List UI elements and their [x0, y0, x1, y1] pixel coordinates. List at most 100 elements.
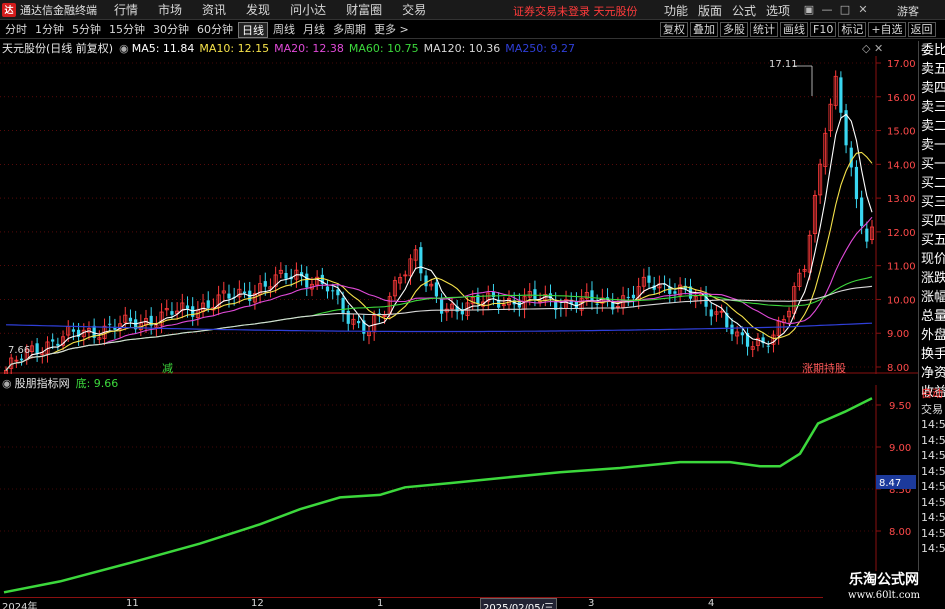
candle-body-down	[128, 317, 133, 322]
side-item-3: 卖三	[921, 100, 945, 115]
tab-fenshi[interactable]: 分时	[2, 22, 30, 38]
tab-60min[interactable]: 60分钟	[194, 22, 236, 38]
menu-gongshi[interactable]: 公式	[732, 2, 756, 19]
tab-more[interactable]: 更多 >	[371, 22, 412, 38]
watermark-url: www.60lt.com	[848, 590, 920, 601]
side-item-15: 外盘	[921, 328, 945, 343]
candle-body-down	[730, 324, 734, 335]
candle-body-down	[284, 272, 288, 279]
candle-body-down	[865, 228, 869, 242]
side-lower-3: 14:56	[921, 433, 945, 447]
high-price-label: 17.11	[769, 59, 798, 70]
candle-body-down	[263, 281, 267, 287]
ma20-label: MA20: 12.38	[274, 41, 344, 55]
candle-body-down	[357, 321, 361, 324]
indicator-chart[interactable]: 9.509.008.508.00 8.47	[0, 385, 918, 597]
tab-multi-period[interactable]: 多周期	[330, 22, 369, 38]
draw-line-button[interactable]: 画线	[780, 22, 808, 37]
price-axis-label: 14.00	[887, 160, 916, 171]
candle-body-down	[336, 289, 340, 296]
tab-5min[interactable]: 5分钟	[69, 22, 104, 38]
candle-body-down	[709, 309, 713, 317]
side-lower-0[interactable]: 自动	[919, 386, 945, 402]
back-button[interactable]: 返回	[907, 22, 936, 37]
close-icon[interactable]: ✕	[854, 3, 872, 16]
side-lower-10: 14:56	[921, 542, 945, 555]
menu-gongneng[interactable]: 功能	[664, 2, 688, 19]
skin-icon[interactable]: ▣	[800, 3, 818, 16]
quote-side-panel: 委比 卖五 卖四 卖三 卖二 卖一 买一 买二 买三 买四 买五 现价 涨跌 涨幅 总量 外盘 换手 净资 收益 自…	[918, 41, 945, 609]
candle-body-down	[346, 310, 350, 324]
candle-body-down	[647, 275, 651, 283]
candle-body-down	[740, 332, 744, 336]
side-lower-8: 14:56	[921, 511, 945, 524]
menu-caifuquan[interactable]: 财富圈	[346, 1, 382, 18]
candle-body-down	[860, 197, 864, 226]
tab-daily[interactable]: 日线	[238, 21, 268, 38]
mark-button[interactable]: 标记	[838, 22, 867, 37]
sub-axis-label: 9.00	[889, 443, 911, 454]
candle-body-down	[206, 300, 210, 308]
candle-body-down	[574, 301, 579, 309]
menu-shichang[interactable]: 市场	[158, 1, 182, 18]
candlestick-chart[interactable]: 17.00 16.00 15.00 14.00 13.00 12.00 11.00 10.00…	[0, 56, 918, 374]
side-item-17: 净资	[921, 366, 945, 381]
multi-stock-button[interactable]: 多股	[720, 22, 748, 37]
trade-status-text: 证券交易未登录 天元股份	[513, 5, 638, 18]
ma20-line	[5, 216, 873, 371]
side-item-8: 买三	[921, 195, 945, 210]
candle-body-down	[631, 294, 636, 299]
side-lower-2: 14:56	[921, 418, 945, 431]
candle-body-down	[305, 273, 309, 288]
candle-body-down	[325, 286, 330, 292]
x-label-4: 4	[708, 598, 715, 609]
price-axis-label: 12.00	[887, 228, 916, 239]
f10-button[interactable]: F10	[810, 22, 837, 37]
menu-jiaoyi[interactable]: 交易	[402, 1, 426, 18]
price-axis-label: 9.00	[887, 329, 909, 340]
period-tabs: 分时 1分钟 5分钟 15分钟 30分钟 60分钟 日线 周线 月线 多周期 更…	[0, 21, 945, 39]
stats-button[interactable]: 统计	[750, 22, 778, 37]
tab-30min[interactable]: 30分钟	[150, 22, 192, 38]
price-axis-label: 16.00	[887, 93, 916, 104]
menu-xuanxiang[interactable]: 选项	[766, 2, 790, 19]
settings-dot-icon[interactable]: ◉	[119, 42, 129, 55]
candle-body-down	[766, 345, 770, 347]
menu-banmian[interactable]: 版面	[698, 2, 722, 19]
side-lower-7: 14:56	[921, 495, 945, 509]
overlay-button[interactable]: 叠加	[690, 22, 718, 37]
candle-body-down	[533, 289, 537, 300]
fuquan-button[interactable]: 复权	[660, 22, 688, 37]
x-label-2024: 2024年	[2, 602, 38, 609]
ma250-label: MA250: 9.27	[505, 41, 576, 55]
side-item-6: 买一	[921, 157, 945, 172]
stock-label: 天元股份(日线 前复权)	[2, 42, 114, 55]
red-signal-marker: 涨期持股	[802, 362, 846, 375]
ma120-label: MA120: 10.36	[423, 41, 501, 55]
side-item-7: 买二	[921, 176, 945, 191]
chart-controls[interactable]: ◇ ✕	[862, 42, 883, 55]
side-item-0: 委比	[921, 43, 945, 58]
green-signal-marker: 减	[162, 362, 173, 375]
guest-login[interactable]: 游客	[897, 3, 919, 19]
tab-monthly[interactable]: 月线	[300, 22, 328, 38]
minimize-icon[interactable]: —	[818, 3, 836, 16]
add-watchlist-button[interactable]: +自选	[868, 22, 906, 37]
menu-bar: 达 通达信金融终端 行情 市场 资讯 发现 问小达 财富圈 交易 证券交易未登录…	[0, 0, 945, 20]
menu-zixun[interactable]: 资讯	[202, 1, 226, 18]
menu-faxian[interactable]: 发现	[246, 1, 270, 18]
candle-body-down	[424, 275, 428, 287]
tab-15min[interactable]: 15分钟	[106, 22, 148, 38]
candle-body-down	[170, 311, 174, 315]
maximize-icon[interactable]: □	[836, 3, 854, 16]
side-item-13: 涨幅	[921, 290, 945, 305]
side-item-4: 卖二	[921, 119, 945, 134]
menu-hangqing[interactable]: 行情	[114, 1, 138, 18]
ma60-label: MA60: 10.75	[348, 41, 419, 55]
menu-wenxiaoda[interactable]: 问小达	[290, 1, 326, 18]
side-item-16: 换手	[921, 347, 945, 362]
tab-1min[interactable]: 1分钟	[32, 22, 67, 38]
candle-body-down	[626, 296, 630, 298]
tab-weekly[interactable]: 周线	[270, 22, 298, 38]
candle-body-down	[854, 166, 859, 200]
